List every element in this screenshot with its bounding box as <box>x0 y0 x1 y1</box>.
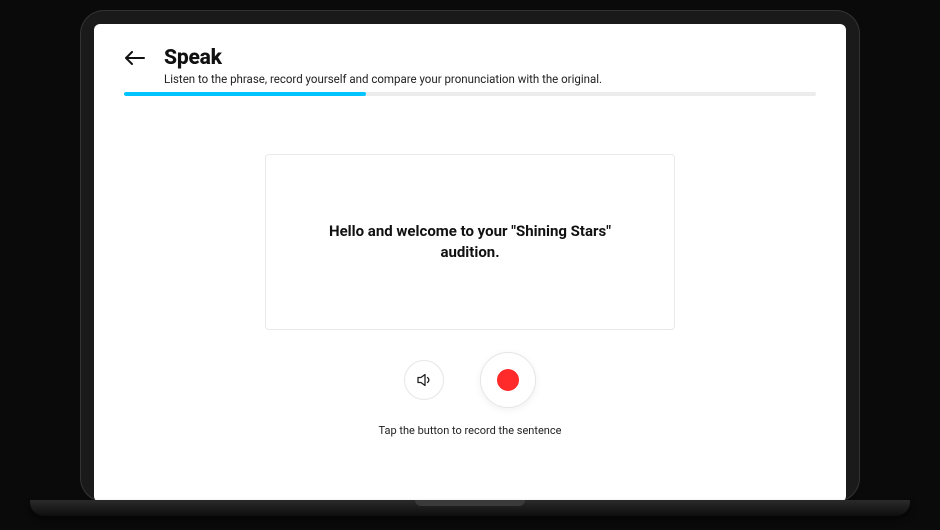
play-audio-button[interactable] <box>404 360 444 400</box>
back-button[interactable] <box>124 47 146 69</box>
progress-fill <box>124 92 366 96</box>
page-title: Speak <box>164 46 222 70</box>
page-subtitle: Listen to the phrase, record yourself an… <box>164 72 816 86</box>
controls-row <box>124 352 816 408</box>
progress-bar <box>124 92 816 96</box>
phrase-card: Hello and welcome to your "Shining Stars… <box>265 154 675 330</box>
laptop-base <box>30 500 910 516</box>
app-screen: Speak Listen to the phrase, record yours… <box>94 24 846 502</box>
record-button[interactable] <box>480 352 536 408</box>
record-icon <box>497 369 519 391</box>
phrase-text: Hello and welcome to your "Shining Stars… <box>306 221 634 263</box>
record-hint: Tap the button to record the sentence <box>124 424 816 437</box>
laptop-notch <box>415 500 525 506</box>
arrow-left-icon <box>125 51 145 65</box>
speaker-icon <box>415 371 433 389</box>
header: Speak <box>124 46 816 70</box>
laptop-frame: Speak Listen to the phrase, record yours… <box>80 10 860 502</box>
